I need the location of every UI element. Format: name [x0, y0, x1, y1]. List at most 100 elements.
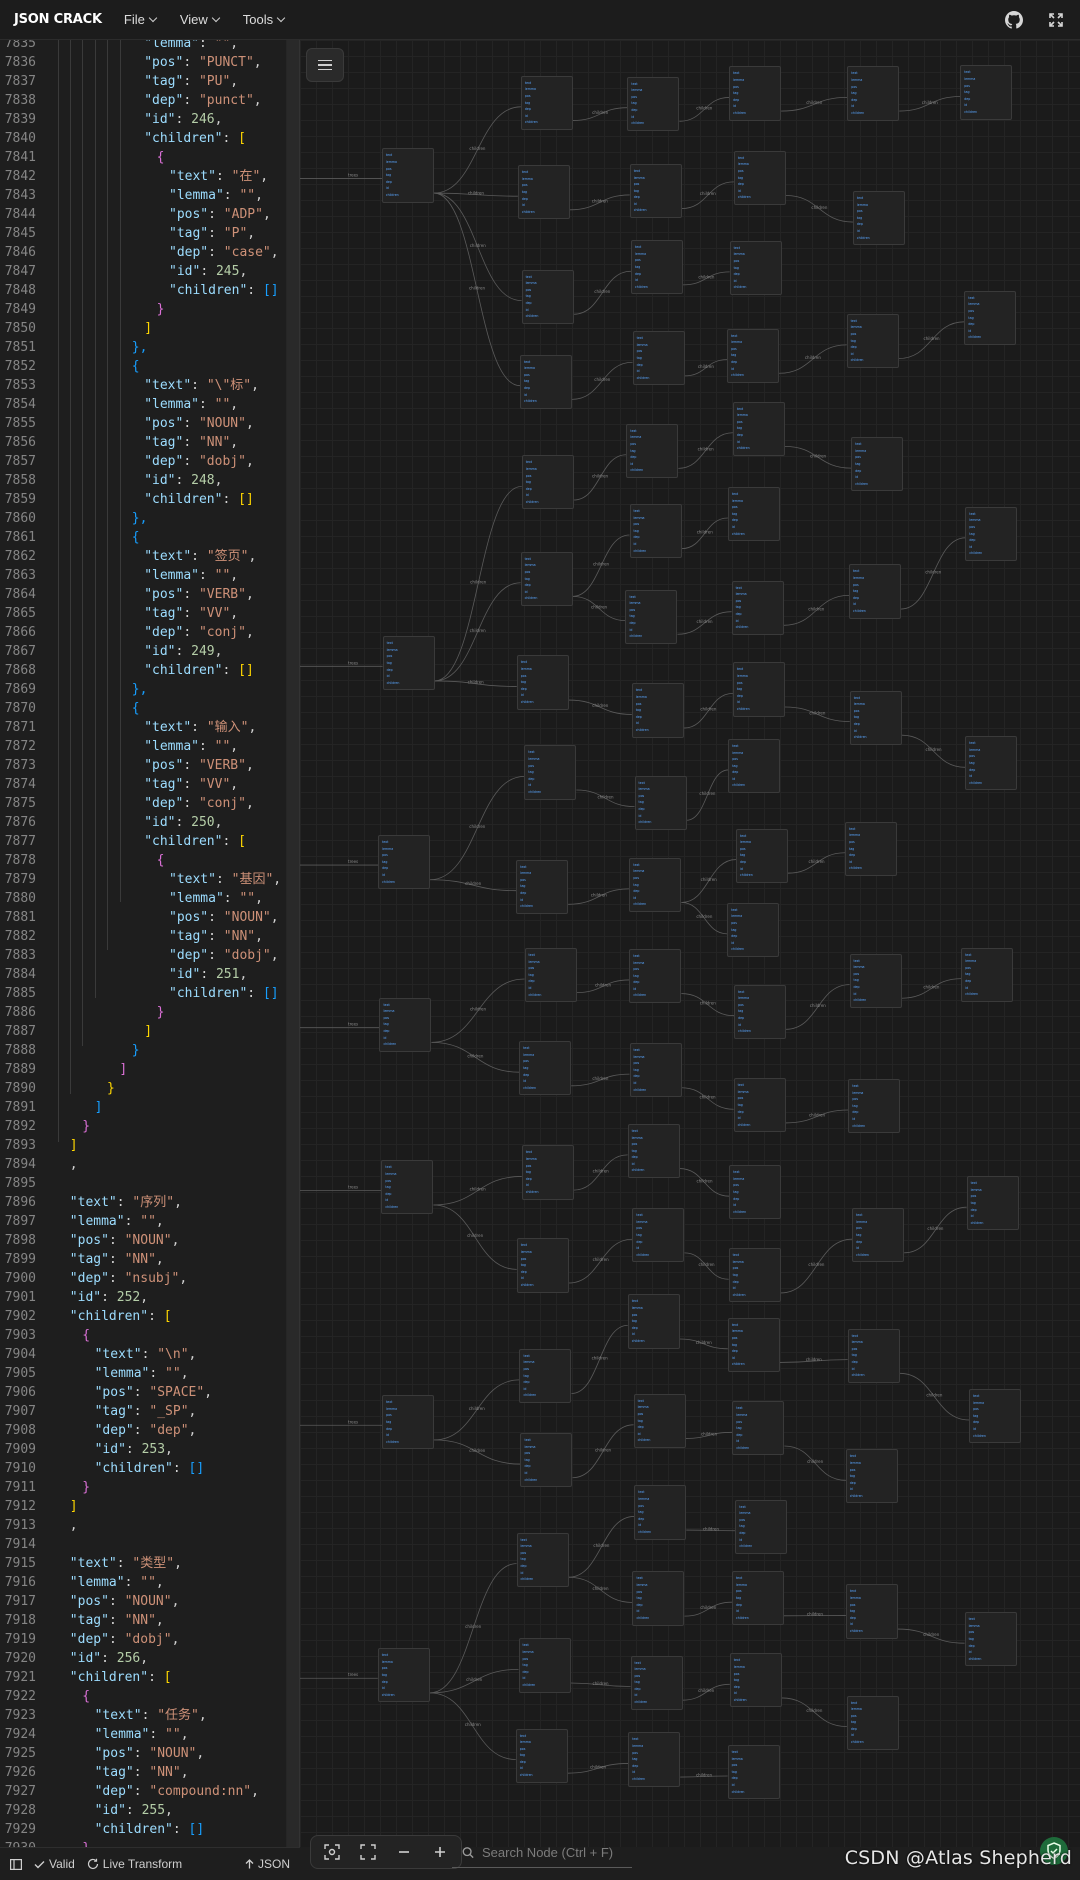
graph-node[interactable]: text lemma pos tag dep id children	[960, 65, 1013, 120]
code-line[interactable]: 7872 "lemma": "",	[0, 737, 299, 756]
code-line[interactable]: 7889]	[0, 1060, 299, 1079]
graph-node[interactable]: text lemma pos tag dep id children	[729, 66, 782, 121]
code-line[interactable]: 7864 "pos": "VERB",	[0, 585, 299, 604]
graph-node[interactable]: text lemma pos tag dep id children	[630, 1655, 683, 1710]
code-line[interactable]: 7898 "pos": "NOUN",	[0, 1231, 299, 1250]
code-line[interactable]: 7860},	[0, 509, 299, 528]
code-line[interactable]: 7906 "pos": "SPACE",	[0, 1383, 299, 1402]
code-line[interactable]: 7840 "children": [	[0, 129, 299, 148]
code-line[interactable]: 7839 "id": 246,	[0, 110, 299, 129]
code-line[interactable]: 7905 "lemma": "",	[0, 1364, 299, 1383]
code-line[interactable]: 7912]	[0, 1497, 299, 1516]
live-transform-toggle[interactable]: Live Transform	[87, 1857, 182, 1871]
code-line[interactable]: 7847 "id": 245,	[0, 262, 299, 281]
graph-node[interactable]: text lemma pos tag dep id children	[733, 150, 786, 206]
app-brand[interactable]: JSON CRACK	[14, 12, 102, 27]
code-line[interactable]: 7927 "dep": "compound:nn",	[0, 1782, 299, 1801]
graph-node[interactable]: text lemma pos tag dep id children	[728, 738, 781, 794]
code-line[interactable]: 7870{	[0, 699, 299, 718]
graph-node[interactable]: text lemma pos tag dep id children	[731, 1571, 784, 1626]
code-line[interactable]: 7900 "dep": "nsubj",	[0, 1269, 299, 1288]
code-line[interactable]: 7907 "tag": "_SP",	[0, 1402, 299, 1421]
graph-node[interactable]: text lemma pos tag dep id children	[734, 984, 787, 1039]
graph-node[interactable]: text lemma pos tag dep id children	[727, 902, 780, 957]
graph-node[interactable]: text lemma pos tag dep id children	[735, 1499, 788, 1554]
format-selector[interactable]: JSON	[245, 1857, 290, 1871]
graph-node[interactable]: text lemma pos tag dep id children	[627, 1123, 680, 1179]
graph-node[interactable]: text lemma pos tag dep id children	[961, 947, 1014, 1002]
graph-node[interactable]: text lemma pos tag dep id children	[632, 1571, 685, 1626]
code-line[interactable]: 7874 "tag": "VV",	[0, 775, 299, 794]
code-line[interactable]: 7855 "pos": "NOUN",	[0, 414, 299, 433]
code-line[interactable]: 7887]	[0, 1022, 299, 1041]
code-line[interactable]: 7917 "pos": "NOUN",	[0, 1592, 299, 1611]
graph-node[interactable]: text lemma pos tag dep id children	[521, 1145, 574, 1200]
code-line[interactable]: 7911}	[0, 1478, 299, 1497]
code-line[interactable]: 7913,	[0, 1516, 299, 1535]
code-line[interactable]: 7881 "pos": "NOUN",	[0, 908, 299, 927]
code-line[interactable]: 7928 "id": 255,	[0, 1801, 299, 1820]
code-line[interactable]: 7868 "children": []	[0, 661, 299, 680]
graph-node[interactable]: text lemma pos tag dep id children	[516, 1532, 569, 1587]
graph-node[interactable]: text lemma pos tag dep id children	[378, 835, 431, 890]
graph-node[interactable]: text lemma pos tag dep id children	[516, 1238, 569, 1293]
code-line[interactable]: 7877 "children": [	[0, 832, 299, 851]
graph-node[interactable]: text lemma pos tag dep id children	[381, 148, 434, 203]
code-line[interactable]: 7866 "dep": "conj",	[0, 623, 299, 642]
graph-node[interactable]: text lemma pos tag dep id children	[524, 947, 577, 1003]
code-line[interactable]: 7883 "dep": "dobj",	[0, 946, 299, 965]
graph-node[interactable]: text lemma pos tag dep id children	[521, 455, 574, 510]
graph-node[interactable]: text lemma pos tag dep id children	[964, 290, 1017, 345]
graph-node[interactable]: text lemma pos tag dep id children	[629, 857, 682, 912]
graph-node[interactable]: text lemma pos tag dep id children	[632, 331, 685, 386]
code-line[interactable]: 7848 "children": []	[0, 281, 299, 300]
graph-node[interactable]: text lemma pos tag dep id children	[729, 1165, 782, 1220]
code-line[interactable]: 7867 "id": 249,	[0, 642, 299, 661]
code-line[interactable]: 7846 "dep": "case",	[0, 243, 299, 262]
graph-node[interactable]: text lemma pos tag dep id children	[628, 1732, 681, 1787]
graph-node[interactable]: text lemma pos tag dep id children	[849, 564, 902, 619]
code-line[interactable]: 7925 "pos": "NOUN",	[0, 1744, 299, 1763]
graph-node[interactable]: text lemma pos tag dep id children	[732, 401, 785, 456]
graph-node[interactable]: text lemma pos tag dep id children	[626, 423, 679, 478]
code-line[interactable]: 7884 "id": 251,	[0, 965, 299, 984]
graph-node[interactable]: text lemma pos tag dep id children	[519, 354, 572, 409]
graph-node[interactable]: text lemma pos tag dep id children	[634, 775, 687, 830]
graph-node[interactable]: text lemma pos tag dep id children	[727, 1744, 780, 1800]
graph-node[interactable]: text lemma pos tag dep id children	[733, 1078, 786, 1133]
graph-node[interactable]: text lemma pos tag dep id children	[846, 313, 899, 369]
code-line[interactable]: 7899 "tag": "NN",	[0, 1250, 299, 1269]
graph-node[interactable]: text lemma pos tag dep id children	[631, 240, 684, 295]
code-line[interactable]: 7892}	[0, 1117, 299, 1136]
code-line[interactable]: 7863 "lemma": "",	[0, 566, 299, 585]
sidebar-toggle[interactable]	[10, 1858, 22, 1870]
graph-node[interactable]: text lemma pos tag dep id children	[382, 636, 435, 691]
graph-node[interactable]: text lemma pos tag dep id children	[845, 821, 898, 876]
graph-node[interactable]: text lemma pos tag dep id children	[381, 1160, 434, 1215]
graph-node[interactable]: text lemma pos tag dep id children	[728, 1248, 781, 1303]
code-line[interactable]: 7914	[0, 1535, 299, 1554]
code-line[interactable]: 7918 "tag": "NN",	[0, 1611, 299, 1630]
code-line[interactable]: 7843 "lemma": "",	[0, 186, 299, 205]
code-line[interactable]: 7896 "text": "序列",	[0, 1193, 299, 1212]
graph-node[interactable]: text lemma pos tag dep id children	[633, 1393, 686, 1448]
graph-node[interactable]: text lemma pos tag dep id children	[731, 580, 784, 635]
graph-node[interactable]: text lemma pos tag dep id children	[732, 662, 785, 717]
graph-node[interactable]: text lemma pos tag dep id children	[634, 1485, 687, 1540]
graph-node[interactable]: text lemma pos tag dep id children	[727, 1317, 780, 1372]
menu-file[interactable]: File	[124, 12, 158, 27]
graph-node[interactable]: text lemma pos tag dep id children	[969, 1388, 1022, 1444]
code-line[interactable]: 7873 "pos": "VERB",	[0, 756, 299, 775]
code-line[interactable]: 7862 "text": "签页",	[0, 547, 299, 566]
code-line[interactable]: 7920 "id": 256,	[0, 1649, 299, 1668]
code-line[interactable]: 7923 "text": "任务",	[0, 1706, 299, 1725]
graph-node[interactable]: text lemma pos tag dep id children	[631, 683, 684, 738]
zoom-in-icon[interactable]	[427, 1839, 453, 1865]
code-line[interactable]: 7930},	[0, 1839, 299, 1847]
graph-node[interactable]: text lemma pos tag dep id children	[377, 1648, 430, 1703]
graph-node[interactable]: text lemma pos tag dep id children	[729, 240, 782, 296]
graph-node[interactable]: text lemma pos tag dep id children	[627, 76, 680, 131]
code-line[interactable]: 7886}	[0, 1003, 299, 1022]
graph-node[interactable]: text lemma pos tag dep id children	[629, 948, 682, 1004]
graph-node[interactable]: text lemma pos tag dep id children	[847, 66, 900, 121]
